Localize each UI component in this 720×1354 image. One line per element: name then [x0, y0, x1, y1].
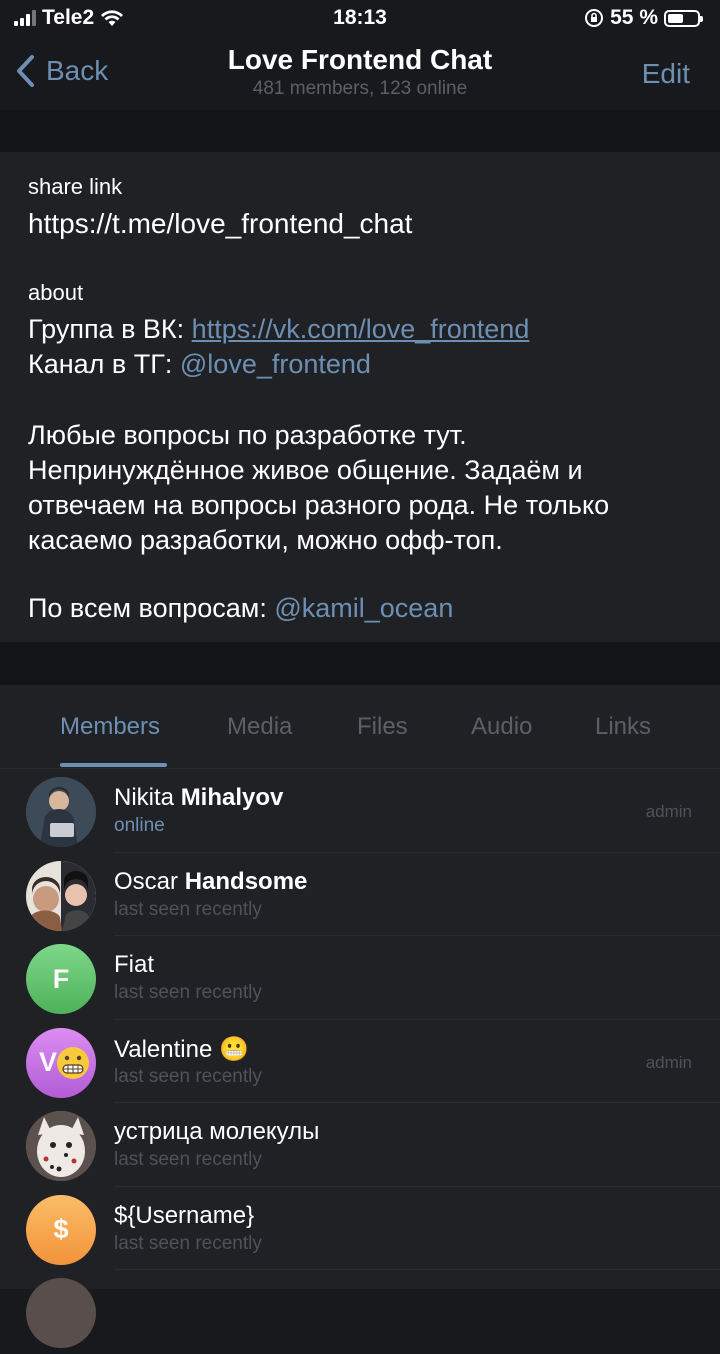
grimace-emoji-icon	[57, 1046, 89, 1079]
about-tg-line: Канал в ТГ: @love_frontend	[28, 349, 371, 379]
about-description-line-4: касаемо разработки, можно офф-топ.	[28, 525, 503, 555]
media-tabs: Members Media Files Audio Links	[0, 685, 720, 769]
member-role-badge: admin	[645, 1052, 692, 1072]
avatar-initial: F	[52, 963, 70, 994]
about-label: about	[28, 280, 84, 305]
member-row[interactable]: F Fiat last seen recently	[0, 936, 720, 1020]
chat-subtitle: 481 members, 123 online	[252, 78, 468, 99]
avatar-initial: $	[53, 1214, 69, 1244]
share-link-label: share link	[28, 174, 123, 199]
section-separator	[0, 110, 720, 152]
about-description-line-1: Любые вопросы по разработке тут.	[28, 420, 467, 450]
member-name: Valentine 😬	[114, 1035, 249, 1063]
avatar	[26, 1278, 96, 1348]
about-description-line-3: отвечаем на вопросы разного рода. Не тол…	[28, 490, 610, 520]
tab-audio[interactable]: Audio	[471, 713, 532, 741]
member-status: last seen recently	[114, 1065, 262, 1087]
tab-links[interactable]: Links	[595, 713, 651, 741]
member-status: last seen recently	[114, 898, 262, 920]
member-name: ${Username}	[114, 1201, 255, 1229]
member-row[interactable]: устрица молекулы last seen recently	[0, 1103, 720, 1187]
member-name: Oscar Handsome	[114, 867, 308, 895]
avatar	[26, 860, 96, 931]
member-row[interactable]	[0, 1270, 720, 1354]
tab-media[interactable]: Media	[227, 713, 292, 741]
creature-photo-icon	[26, 1111, 96, 1181]
edit-button[interactable]: Edit	[642, 58, 690, 90]
chat-title: Love Frontend Chat	[227, 44, 493, 75]
person-photo-icon	[26, 777, 96, 847]
about-description-line-2: Непринуждённое живое общение. Задаём и	[28, 455, 583, 485]
member-status: last seen recently	[114, 982, 262, 1003]
battery-icon	[664, 9, 703, 27]
share-link-url[interactable]: https://t.me/love_frontend_chat	[28, 206, 708, 241]
member-status: last seen recently	[114, 1149, 262, 1170]
vk-link[interactable]: https://vk.com/love_frontend	[192, 314, 530, 344]
person-photo-icon	[26, 860, 96, 931]
avatar-initial: V	[38, 1047, 57, 1077]
contact-link[interactable]: @kamil_ocean	[274, 593, 453, 623]
battery-percent: 55 %	[610, 6, 658, 29]
rotation-lock-icon	[585, 9, 604, 27]
status-bar: Tele2 18:13 55 %	[0, 0, 720, 38]
avatar: $	[26, 1194, 96, 1265]
member-row[interactable]: Nikita Mihalyov online admin	[0, 769, 720, 853]
navigation-bar: Back Love Frontend Chat 481 members, 123…	[0, 38, 720, 110]
avatar	[26, 1111, 96, 1181]
avatar: F	[26, 944, 96, 1014]
member-row[interactable]: $ ${Username} last seen recently	[0, 1187, 720, 1270]
tab-members[interactable]: Members	[60, 713, 160, 741]
member-row[interactable]: V Valentine 😬 last seen recently admin	[0, 1020, 720, 1103]
member-row[interactable]: Oscar Handsome last seen recently	[0, 853, 720, 936]
avatar	[26, 777, 96, 847]
member-name: устрица молекулы	[114, 1118, 320, 1145]
member-name: Fiat	[114, 951, 155, 978]
about-contact-line: По всем вопросам: @kamil_ocean	[28, 593, 454, 623]
chat-info-section: share link https://t.me/love_frontend_ch…	[0, 152, 720, 642]
tab-files[interactable]: Files	[357, 713, 408, 741]
member-status: last seen recently	[114, 1232, 262, 1254]
member-role-badge: admin	[645, 802, 692, 821]
active-tab-indicator	[60, 763, 167, 767]
avatar: V	[26, 1027, 96, 1098]
member-name: Nikita Mihalyov	[114, 784, 284, 811]
member-status: online	[114, 815, 165, 836]
about-vk-line: Группа в ВК: https://vk.com/love_fronten…	[28, 314, 530, 344]
section-separator	[0, 642, 720, 685]
tg-channel-link[interactable]: @love_frontend	[180, 349, 371, 379]
members-list: Nikita Mihalyov online admin Oscar Hands…	[0, 769, 720, 1348]
